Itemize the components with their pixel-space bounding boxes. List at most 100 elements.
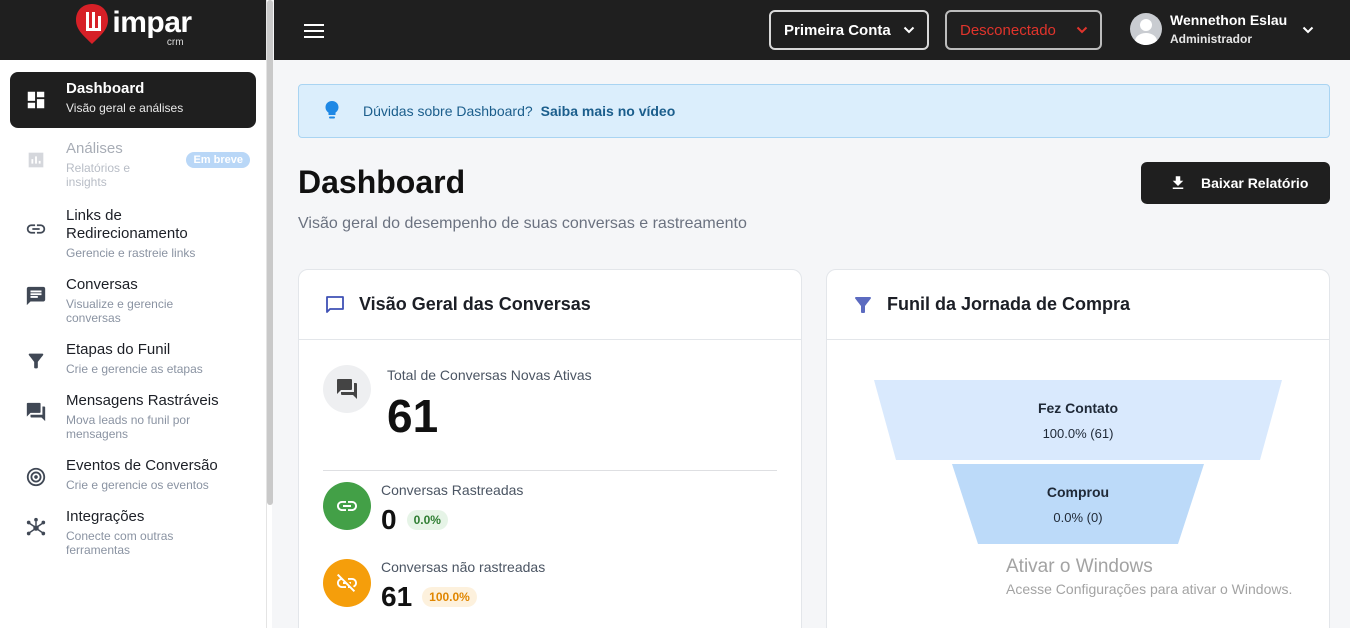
sidebar-item-label: Eventos de Conversão xyxy=(66,457,218,474)
sidebar-item-label: Mensagens Rastráveis xyxy=(66,392,219,409)
tracked-icon-circle xyxy=(323,482,371,530)
sidebar-item-analises[interactable]: Análises Relatórios e insights Em breve xyxy=(10,132,256,197)
card-header: Funil da Jornada de Compra xyxy=(827,270,1329,340)
target-icon xyxy=(24,465,48,489)
untracked-percent-badge: 100.0% xyxy=(422,587,477,607)
sidebar-item-integracoes[interactable]: Integrações Conecte com outras ferrament… xyxy=(10,500,256,565)
chevron-down-icon xyxy=(1076,26,1088,34)
sidebar-item-conversas[interactable]: Conversas Visualize e gerencie conversas xyxy=(10,268,256,333)
help-video-link[interactable]: Saiba mais no vídeo xyxy=(541,103,676,119)
sidebar-item-label: Integrações xyxy=(66,508,145,525)
funnel-stage-comprou[interactable]: Comprou 0.0% (0) xyxy=(978,464,1178,544)
link-icon xyxy=(337,501,357,511)
menu-icon-line xyxy=(304,36,324,38)
forum-icon xyxy=(337,379,357,399)
windows-activation-watermark: Ativar o Windows Acesse Configurações pa… xyxy=(1006,556,1292,597)
chat-icon xyxy=(24,284,48,308)
filter-icon xyxy=(855,296,871,313)
tracked-percent-badge: 0.0% xyxy=(406,510,448,530)
chevron-down-icon xyxy=(903,26,915,34)
coming-soon-badge: Em breve xyxy=(186,152,250,168)
user-name: Wennethon Eslau xyxy=(1170,12,1288,28)
sidebar-item-description: Gerencie e rastreie links xyxy=(66,246,196,260)
sidebar-item-description: Conecte com outras ferramentas xyxy=(66,529,174,557)
user-role: Administrador xyxy=(1170,32,1253,46)
sidebar-item-description: Visão geral e análises xyxy=(66,101,184,115)
dashboard-icon xyxy=(24,88,48,112)
card-title: Visão Geral das Conversas xyxy=(359,294,591,314)
help-banner-text: Dúvidas sobre Dashboard? xyxy=(363,103,533,119)
sidebar-item-mensagens[interactable]: Mensagens Rastráveis Mova leads no funil… xyxy=(10,384,256,449)
tracked-conversations-stat: Conversas Rastreadas 0 0.0% xyxy=(323,482,523,536)
download-report-label: Baixar Relatório xyxy=(1201,175,1309,191)
lightbulb-icon xyxy=(325,101,339,119)
user-menu[interactable]: Wennethon Eslau Administrador xyxy=(1130,12,1314,46)
sidebar-item-description: Crie e gerencie os eventos xyxy=(66,478,209,492)
brand-logo[interactable]: impar crm xyxy=(74,4,192,52)
tracked-conversations-value: 0 xyxy=(381,504,397,535)
sidebar-item-label: Dashboard xyxy=(66,80,145,97)
page-title: Dashboard xyxy=(298,164,466,200)
watermark-subtitle: Acesse Configurações para ativar o Windo… xyxy=(1006,581,1293,597)
logo-mark-icon xyxy=(76,4,109,44)
sidebar-item-eventos[interactable]: Eventos de Conversão Crie e gerencie os … xyxy=(10,449,256,500)
filter-icon xyxy=(24,349,48,373)
connection-status-button[interactable]: Desconectado xyxy=(945,10,1102,50)
logo-bar: impar crm xyxy=(0,0,266,60)
chevron-down-icon[interactable] xyxy=(1302,24,1314,36)
sidebar-item-links[interactable]: Links de Redirecionamento Gerencie e ras… xyxy=(10,199,256,268)
sidebar-scrollbar[interactable] xyxy=(266,0,273,628)
download-icon xyxy=(1172,176,1184,189)
untracked-icon-circle xyxy=(323,559,371,607)
conversations-overview-card: Visão Geral das Conversas Total de Conve… xyxy=(298,269,802,628)
avatar xyxy=(1130,13,1162,45)
card-title: Funil da Jornada de Compra xyxy=(887,294,1131,314)
forum-icon xyxy=(24,400,48,424)
funnel-stage-name: Fez Contato xyxy=(1037,399,1119,416)
card-header: Visão Geral das Conversas xyxy=(299,270,801,340)
untracked-conversations-label: Conversas não rastreadas xyxy=(381,559,546,575)
menu-icon-line xyxy=(304,30,324,32)
hamburger-menu-button[interactable] xyxy=(304,20,326,40)
sidebar-item-etapas-funil[interactable]: Etapas do Funil Crie e gerencie as etapa… xyxy=(10,333,256,384)
sidebar-item-description: Crie e gerencie as etapas xyxy=(66,362,203,376)
analytics-icon xyxy=(24,148,48,172)
page-subtitle: Visão geral do desempenho de suas conver… xyxy=(298,215,747,232)
sidebar-item-description: Visualize e gerencie conversas xyxy=(66,297,174,325)
topbar: Primeira Conta Desconectado Wennethon Es… xyxy=(274,0,1350,60)
account-selector-button[interactable]: Primeira Conta xyxy=(769,10,929,50)
sidebar-scrollbar-thumb[interactable] xyxy=(267,0,273,505)
sidebar-item-label: Etapas do Funil xyxy=(66,341,171,358)
connection-status-label: Desconectado xyxy=(960,21,1056,39)
sidebar-item-label: Links de Redirecionamento xyxy=(66,207,188,242)
total-conversations-icon-circle xyxy=(323,365,371,413)
tracked-conversations-label: Conversas Rastreadas xyxy=(381,482,524,498)
download-report-button[interactable]: Baixar Relatório xyxy=(1141,162,1330,204)
link-off-icon xyxy=(337,573,357,592)
funnel-stage-fez-contato[interactable]: Fez Contato 100.0% (61) xyxy=(896,380,1260,460)
chat-bubble-icon xyxy=(326,295,344,313)
hub-icon xyxy=(24,516,48,540)
sidebar-nav: Dashboard Visão geral e análises Análise… xyxy=(0,60,266,565)
link-icon xyxy=(24,217,48,241)
help-banner: Dúvidas sobre Dashboard? Saiba mais no v… xyxy=(298,84,1330,138)
menu-icon-line xyxy=(304,24,324,26)
watermark-title: Ativar o Windows xyxy=(1006,556,1153,577)
untracked-conversations-stat: Conversas não rastreadas 61 100.0% xyxy=(323,559,545,613)
main-content: Dúvidas sobre Dashboard? Saiba mais no v… xyxy=(274,60,1350,628)
sidebar-item-label: Conversas xyxy=(66,276,138,293)
total-conversations-stat: Total de Conversas Novas Ativas 61 xyxy=(323,365,592,443)
funnel-stage-value: 0.0% (0) xyxy=(1053,509,1103,525)
total-conversations-value: 61 xyxy=(387,390,439,442)
total-conversations-label: Total de Conversas Novas Ativas xyxy=(387,367,592,383)
logo-wordmark: impar xyxy=(112,6,192,39)
sidebar-item-dashboard[interactable]: Dashboard Visão geral e análises xyxy=(10,72,256,128)
divider xyxy=(323,470,777,471)
account-selector-label: Primeira Conta xyxy=(784,21,891,39)
funnel-stage-value: 100.0% (61) xyxy=(1042,425,1114,441)
logo-subtitle: crm xyxy=(166,37,184,48)
untracked-conversations-value: 61 xyxy=(381,581,413,612)
sidebar-item-description: Mova leads no funil por mensagens xyxy=(66,413,191,441)
sidebar: impar crm Dashboard Visão geral e anális… xyxy=(0,0,266,628)
sidebar-item-description: Relatórios e insights xyxy=(66,161,131,189)
